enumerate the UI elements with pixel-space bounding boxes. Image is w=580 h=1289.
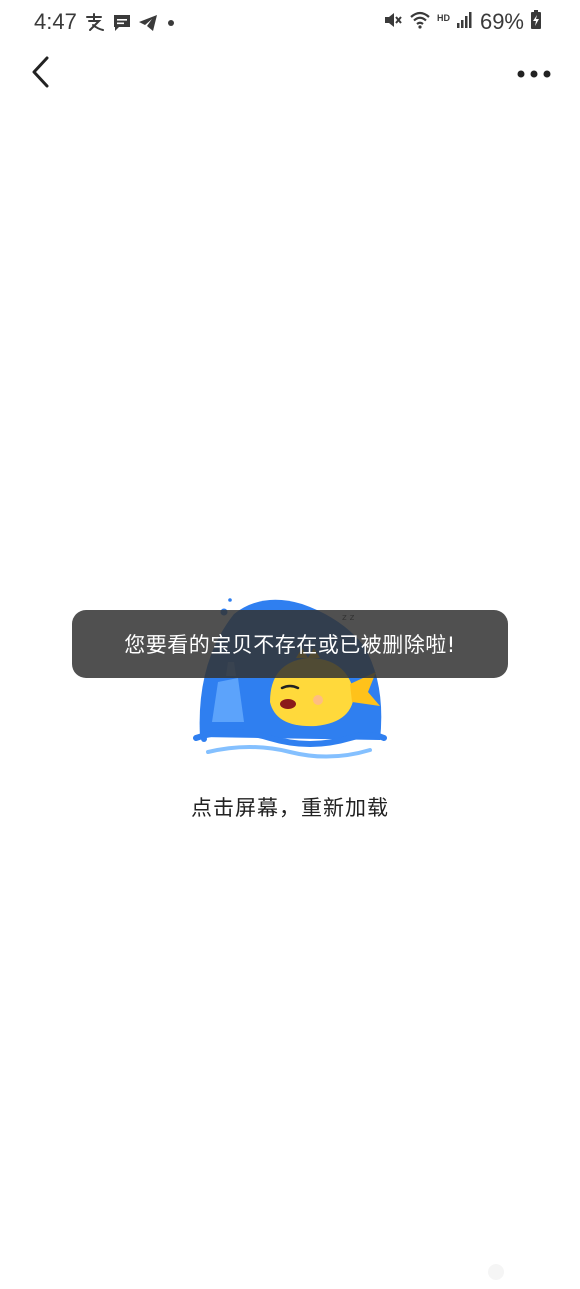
back-button[interactable] [22, 54, 58, 94]
toast-text: 您要看的宝贝不存在或已被删除啦! [124, 633, 456, 657]
mute-icon [383, 10, 403, 34]
alipay-icon [84, 12, 106, 38]
network-hd-badge: HD [436, 13, 450, 23]
status-right-icons: HD 69% [383, 9, 542, 35]
nav-bar [0, 48, 580, 100]
wifi-icon [409, 10, 431, 34]
message-icon [112, 13, 132, 37]
status-left-icons [84, 12, 178, 38]
battery-charging-icon [530, 10, 542, 34]
telegram-icon [138, 13, 158, 37]
more-dots-icon [517, 64, 551, 83]
toast-message: 您要看的宝贝不存在或已被删除啦! [72, 610, 508, 678]
reload-hint[interactable]: 点击屏幕，重新加载 [0, 792, 580, 822]
watermark-icon [486, 1262, 506, 1282]
status-bar: 4:47 HD 69% [0, 0, 580, 48]
battery-percentage: 69% [479, 9, 524, 34]
more-button[interactable] [514, 58, 554, 88]
chevron-left-icon [29, 55, 51, 93]
signal-icon [456, 11, 474, 33]
dot-icon [164, 13, 178, 37]
status-time: 4:47 [34, 9, 77, 34]
